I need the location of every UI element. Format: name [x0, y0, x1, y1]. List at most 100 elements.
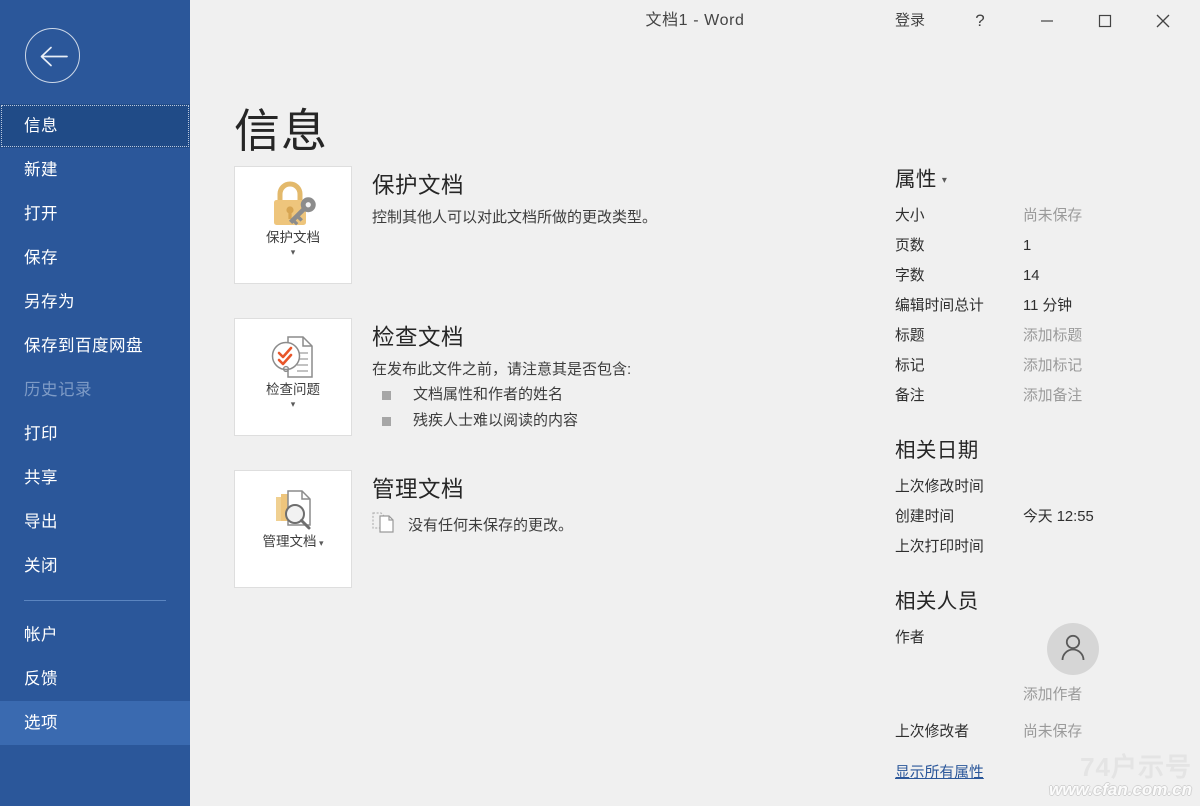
property-key: 编辑时间总计 — [895, 298, 984, 314]
sidebar-item-save[interactable]: 保存 — [0, 236, 190, 280]
sidebar-item-label: 打开 — [24, 205, 58, 223]
back-arrow-icon — [40, 46, 68, 67]
watermark-url-text: www.cfan.com.cn — [1049, 780, 1192, 799]
people-key: 上次修改者 — [895, 724, 969, 740]
sidebar-item-label: 导出 — [24, 513, 58, 531]
sidebar-item-label: 共享 — [24, 469, 58, 487]
sidebar-item-info[interactable]: 信息 — [0, 104, 190, 148]
property-row-words: 字数 14 — [895, 261, 1185, 291]
property-key: 标记 — [895, 358, 925, 374]
document-manage-icon — [235, 471, 351, 533]
maximize-button[interactable] — [1082, 0, 1128, 42]
sidebar-item-label: 历史记录 — [24, 381, 92, 399]
people-row-last-modified-by: 上次修改者 尚未保存 — [895, 717, 1185, 747]
manage-document-title: 管理文档 — [372, 477, 465, 502]
property-value: 1 — [1023, 238, 1032, 254]
title-bar: 文档1 - Word 登录 ? — [190, 0, 1200, 42]
sidebar-item-options[interactable]: 选项 — [0, 701, 190, 745]
word-backstage-window: 信息 新建 打开 保存 另存为 保存到百度网盘 历史记录 打印 共享 导出 关闭… — [0, 0, 1200, 806]
sign-in-button[interactable]: 登录 — [875, 0, 945, 42]
property-row-total-edit-time: 编辑时间总计 11 分钟 — [895, 291, 1185, 321]
property-key: 字数 — [895, 268, 925, 284]
document-inspect-icon — [235, 319, 351, 381]
properties-panel: 属性 ▾ 大小 尚未保存 页数 1 字数 14 编辑时间总计 11 分钟 标题 添… — [895, 162, 1185, 782]
sidebar-item-label: 反馈 — [24, 670, 58, 688]
date-row-last-modified: 上次修改时间 — [895, 472, 1185, 502]
backstage-content: 信息 保护文档 ▾ 保护文档 控制其他人可以对此文档所做的更改类型。 检查问题 … — [190, 42, 1200, 806]
person-avatar-icon — [1061, 634, 1085, 661]
square-bullet-icon — [382, 416, 391, 426]
sidebar-item-open[interactable]: 打开 — [0, 192, 190, 236]
sidebar-item-close[interactable]: 关闭 — [0, 544, 190, 588]
property-value-comments-input[interactable]: 添加备注 — [1023, 381, 1082, 411]
people-row-author: 作者 — [895, 623, 1023, 653]
sidebar-item-save-as[interactable]: 另存为 — [0, 280, 190, 324]
inspect-bullet-label: 残疾人士难以阅读的内容 — [413, 412, 579, 429]
property-value: 14 — [1023, 268, 1040, 284]
inspect-document-title: 检查文档 — [372, 325, 465, 350]
inspect-document-tile[interactable]: 检查问题 ▾ — [234, 318, 352, 436]
unsaved-document-icon — [372, 510, 394, 538]
property-value-title-input[interactable]: 添加标题 — [1023, 321, 1082, 351]
minimize-icon — [1041, 20, 1053, 22]
sidebar-item-account[interactable]: 帐户 — [0, 613, 190, 657]
sidebar-item-print[interactable]: 打印 — [0, 412, 190, 456]
people-key: 作者 — [895, 630, 925, 646]
sidebar-item-feedback[interactable]: 反馈 — [0, 657, 190, 701]
protect-document-desc: 控制其他人可以对此文档所做的更改类型。 — [372, 209, 658, 226]
close-button[interactable] — [1140, 0, 1186, 42]
inspect-bullet-label: 文档属性和作者的姓名 — [413, 386, 564, 403]
back-arrow-button[interactable] — [25, 28, 80, 83]
property-row-title[interactable]: 标题 添加标题 — [895, 321, 1185, 351]
chevron-down-icon[interactable]: ▾ — [235, 398, 351, 410]
sidebar-item-label: 保存 — [24, 249, 58, 267]
protect-document-title: 保护文档 — [372, 173, 465, 198]
show-all-properties-link[interactable]: 显示所有属性 — [895, 765, 984, 781]
property-row-tags[interactable]: 标记 添加标记 — [895, 351, 1185, 381]
manage-document-desc-row: 没有任何未保存的更改。 — [372, 510, 932, 538]
chevron-down-icon[interactable]: ▾ — [316, 538, 324, 548]
property-row-size: 大小 尚未保存 — [895, 201, 1185, 231]
protect-document-body: 保护文档 控制其他人可以对此文档所做的更改类型。 — [372, 168, 932, 230]
date-value: 今天 12:55 — [1023, 509, 1094, 525]
sidebar-nav-list: 信息 新建 打开 保存 另存为 保存到百度网盘 历史记录 打印 共享 导出 关闭… — [0, 104, 190, 745]
help-button[interactable]: ? — [960, 0, 1000, 42]
property-row-pages: 页数 1 — [895, 231, 1185, 261]
page-title: 信息 — [234, 105, 328, 157]
protect-document-tile[interactable]: 保护文档 ▾ — [234, 166, 352, 284]
add-author-input[interactable]: 添加作者 — [1023, 683, 1082, 704]
square-bullet-icon — [382, 390, 391, 400]
related-people-heading: 相关人员 — [895, 590, 979, 613]
property-value: 11 分钟 — [1023, 298, 1073, 314]
sidebar-item-export[interactable]: 导出 — [0, 500, 190, 544]
properties-heading[interactable]: 属性 ▾ — [895, 162, 1185, 192]
property-key: 备注 — [895, 388, 925, 404]
manage-document-desc: 没有任何未保存的更改。 — [408, 516, 574, 534]
sidebar-item-label: 信息 — [24, 117, 58, 135]
inspect-bullet-item: 文档属性和作者的姓名 — [382, 382, 932, 408]
sidebar-item-label: 关闭 — [24, 557, 58, 575]
sidebar-item-label: 保存到百度网盘 — [24, 337, 143, 355]
date-key: 创建时间 — [895, 509, 955, 525]
manage-document-tile[interactable]: 管理文档 ▾ — [234, 470, 352, 588]
close-icon — [1156, 14, 1170, 28]
sidebar-item-label: 选项 — [24, 714, 58, 732]
avatar[interactable] — [1047, 623, 1099, 675]
property-row-comments[interactable]: 备注 添加备注 — [895, 381, 1185, 411]
sidebar-item-save-to-baidu-netdisk[interactable]: 保存到百度网盘 — [0, 324, 190, 368]
sidebar-item-new[interactable]: 新建 — [0, 148, 190, 192]
sidebar-divider — [24, 600, 166, 601]
protect-document-tile-label: 保护文档 — [266, 230, 320, 245]
property-key: 标题 — [895, 328, 925, 344]
property-value-tags-input[interactable]: 添加标记 — [1023, 351, 1082, 381]
inspect-document-desc: 在发布此文件之前，请注意其是否包含: — [372, 361, 632, 378]
property-value: 尚未保存 — [1023, 208, 1083, 224]
sidebar-item-label: 新建 — [24, 161, 58, 179]
property-key: 页数 — [895, 238, 925, 254]
minimize-button[interactable] — [1024, 0, 1070, 42]
chevron-down-icon[interactable]: ▾ — [235, 246, 351, 258]
sidebar-item-share[interactable]: 共享 — [0, 456, 190, 500]
sidebar-item-label: 帐户 — [24, 626, 58, 644]
chevron-down-icon[interactable]: ▾ — [942, 175, 947, 186]
properties-heading-label: 属性 — [895, 168, 937, 191]
